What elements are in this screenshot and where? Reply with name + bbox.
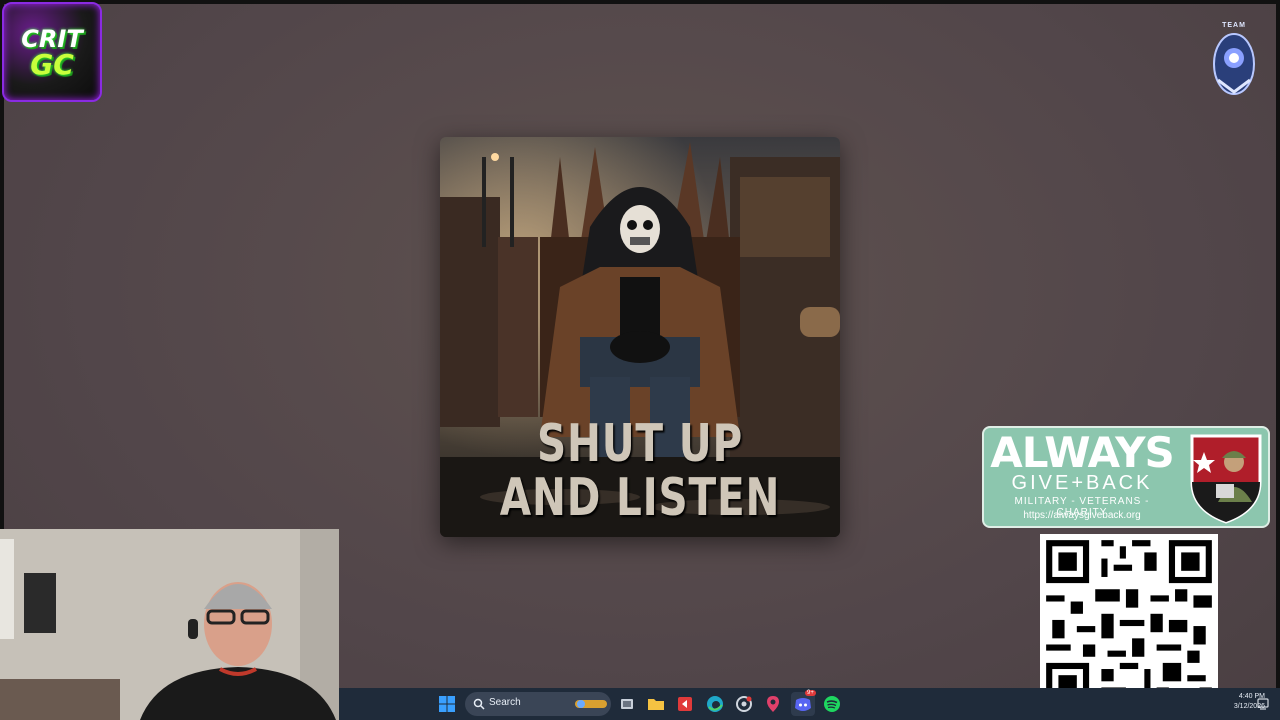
discord-icon [795,698,811,711]
album-title-line2: AND LISTEN [499,468,781,528]
team-emblem-icon [1213,33,1255,95]
charity-url: https://alwaysgiveback.org [1023,510,1141,521]
notification-button[interactable] [1251,692,1275,716]
charity-tagline: GIVE+BACK [1011,472,1153,494]
team-badge-label: TEAM [1222,22,1246,29]
search-icon [473,698,485,710]
windows-start-button[interactable] [435,692,459,716]
webcam-image [0,529,339,720]
app-circle-icon [736,696,752,712]
notification-icon [1257,698,1269,710]
search-highlight-icon [575,700,607,708]
search-placeholder: Search [489,697,521,708]
webcam-feed [0,529,339,720]
windows-start-icon [439,696,455,712]
task-view-icon [621,699,633,709]
discord-notification-badge: 9+ [805,690,816,696]
app-red-icon [678,697,692,711]
task-view-button[interactable] [615,692,639,716]
album-art: SHUT UP AND LISTEN [440,137,840,537]
qr-code [1040,534,1218,712]
logo-text-line2: GC [30,48,74,81]
qr-code-image [1040,534,1218,712]
windows-taskbar: Search 9+ 4:40 PM 3/12/2026 [339,688,1280,720]
album-title-line1: SHUT UP [536,414,743,474]
map-pin-app-button[interactable] [761,692,785,716]
charity-banner: ALWAYS GIVE+BACK MILITARY - VETERANS - C… [982,426,1270,528]
red-app-button[interactable] [673,692,697,716]
charity-name: ALWAYS [990,428,1175,477]
file-explorer-button[interactable] [644,692,668,716]
edge-browser-icon [707,696,723,712]
edge-browser-button[interactable] [703,692,727,716]
spotify-icon [824,696,840,712]
crit-gc-logo: CRIT GC [2,2,102,102]
spotify-button[interactable] [820,692,844,716]
album-title: SHUT UP AND LISTEN [440,417,840,525]
discord-button[interactable]: 9+ [791,690,816,716]
circle-app-button[interactable] [732,692,756,716]
soldier-shield-icon [1190,434,1262,524]
map-pin-icon [767,696,779,712]
file-explorer-icon [648,699,664,710]
team-badge-logo: TEAM [1208,22,1260,98]
taskbar-search-box[interactable]: Search [465,692,611,716]
